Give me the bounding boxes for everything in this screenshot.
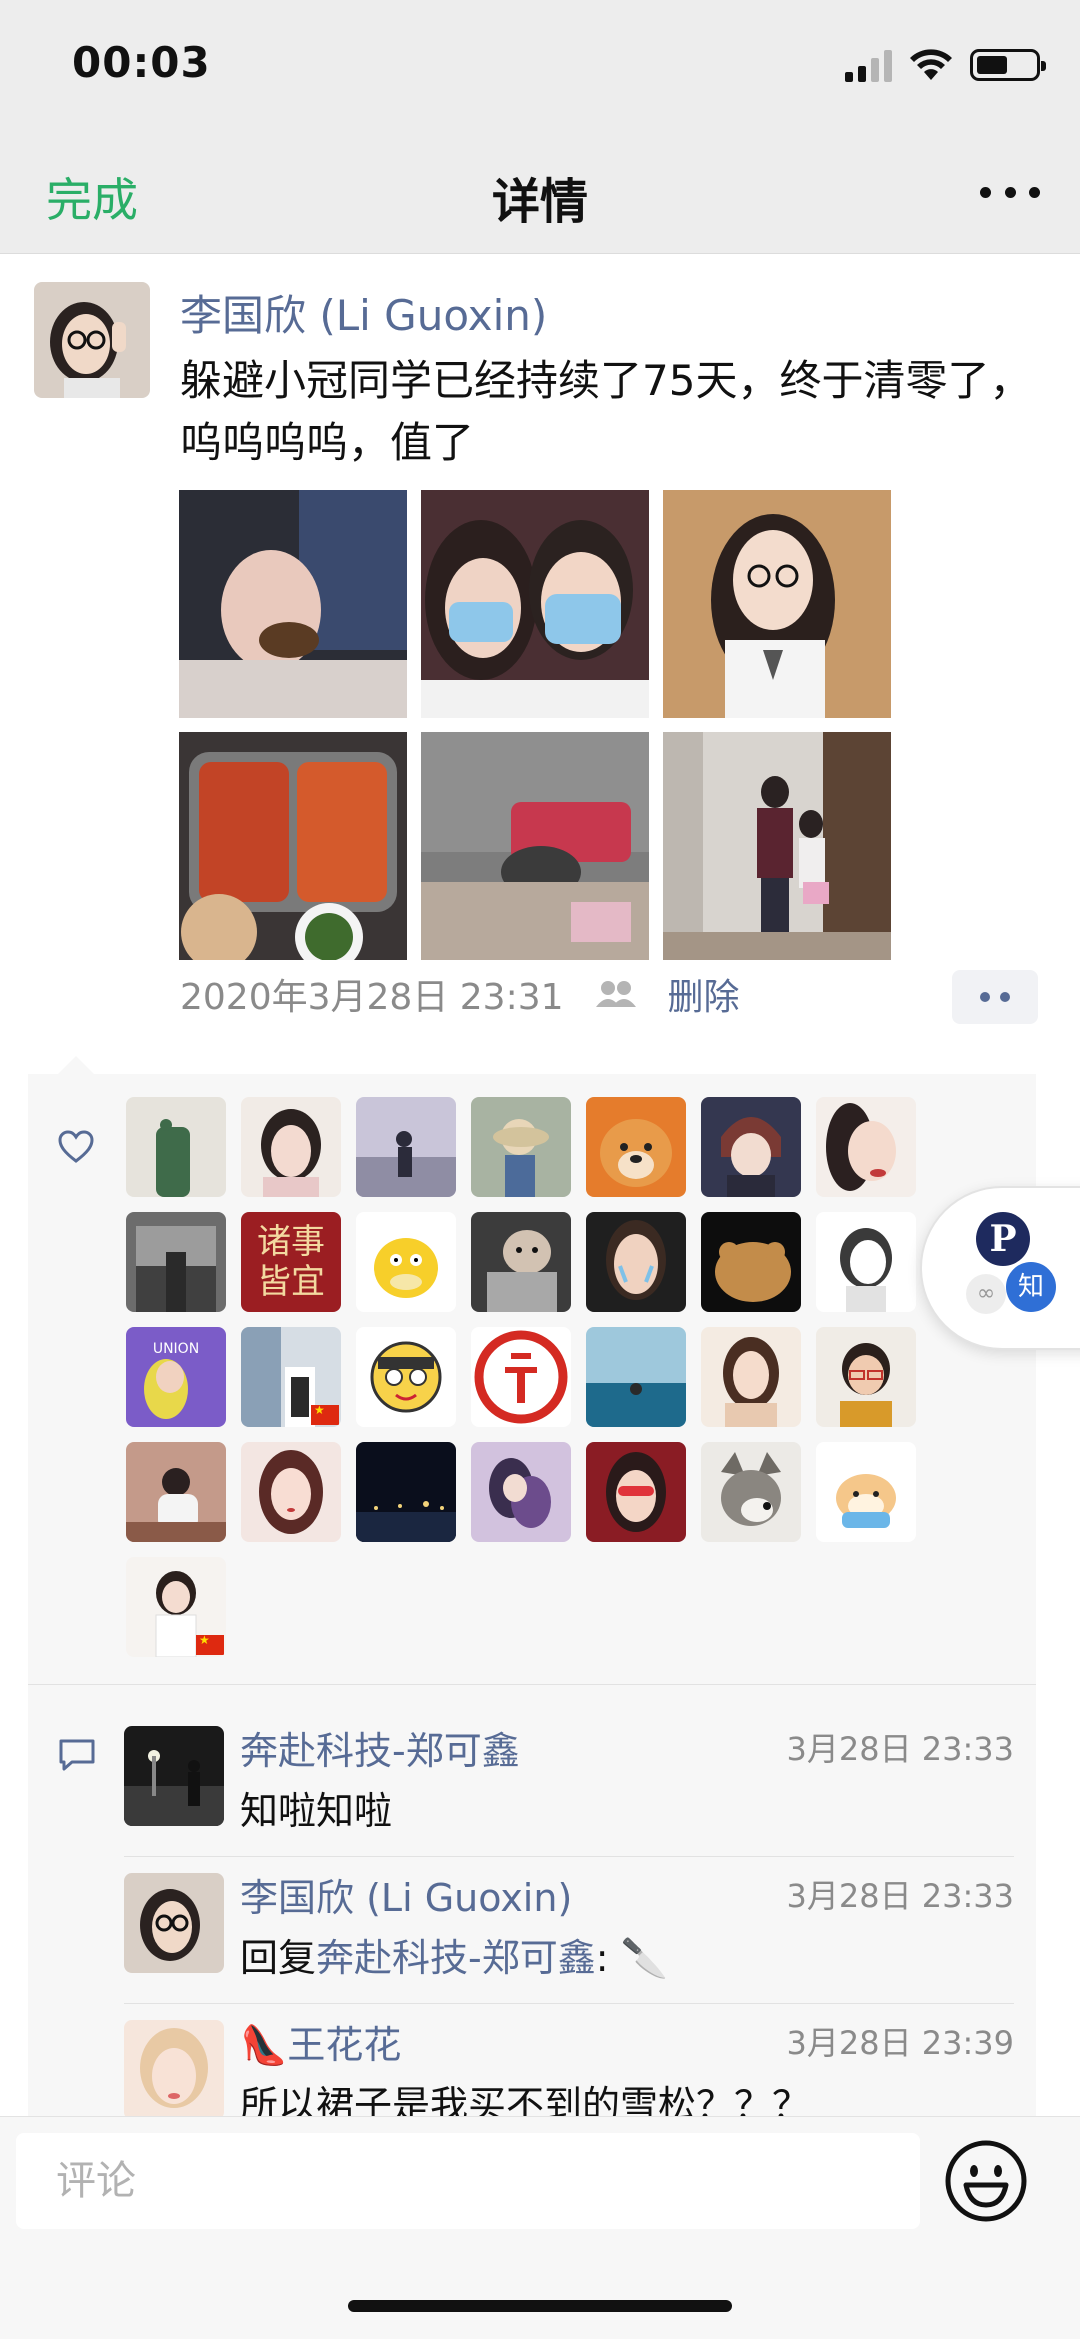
- liker-avatar[interactable]: [471, 1442, 571, 1542]
- liker-avatar[interactable]: [816, 1442, 916, 1542]
- photo-grid: [179, 490, 891, 960]
- reply-content: : 🔪: [595, 1936, 668, 1980]
- liker-avatar[interactable]: [356, 1442, 456, 1542]
- liker-avatar[interactable]: [241, 1442, 341, 1542]
- status-time: 00:03: [72, 38, 211, 87]
- liker-avatar[interactable]: [126, 1097, 226, 1197]
- liker-avatar[interactable]: [586, 1212, 686, 1312]
- commenter-avatar[interactable]: [124, 1873, 224, 1973]
- likes-avatar-grid: 诸事皆宜 UNION: [126, 1097, 936, 1657]
- post-timestamp: 2020年3月28日 23:31: [180, 977, 564, 1018]
- liker-avatar[interactable]: [816, 1212, 916, 1312]
- liker-avatar[interactable]: [586, 1442, 686, 1542]
- liker-avatar[interactable]: [471, 1327, 571, 1427]
- reply-prefix: 回复: [240, 1936, 317, 1980]
- liker-avatar[interactable]: [356, 1097, 456, 1197]
- app-logo-icon: P: [976, 1212, 1030, 1266]
- status-bar: 00:03: [0, 0, 1080, 134]
- liker-avatar[interactable]: [356, 1327, 456, 1427]
- liker-avatar[interactable]: [701, 1327, 801, 1427]
- liker-avatar[interactable]: [471, 1212, 571, 1312]
- heart-icon: [58, 1130, 94, 1163]
- battery-icon: [970, 49, 1046, 81]
- comment-text: 回复奔赴科技-郑可鑫: 🔪: [240, 1927, 668, 1982]
- liker-avatar[interactable]: [701, 1442, 801, 1542]
- post-photo[interactable]: [663, 732, 891, 960]
- comment-separator: [124, 2003, 1014, 2004]
- liker-avatar-text: 诸事皆宜: [257, 1222, 325, 1302]
- comment-item[interactable]: 李国欣 (Li Guoxin) 3月28日 23:33 回复奔赴科技-郑可鑫: …: [124, 1873, 1014, 1983]
- cellular-signal-icon: [845, 48, 892, 82]
- commenter-name[interactable]: 李国欣 (Li Guoxin): [240, 1867, 572, 1922]
- page-title: 详情: [491, 174, 588, 230]
- post-photo[interactable]: [421, 490, 649, 718]
- liker-avatar[interactable]: [586, 1097, 686, 1197]
- comment-item[interactable]: 👠王花花 3月28日 23:39 所以裙子是我买不到的雪松？？？: [124, 2020, 1014, 2127]
- post-photo[interactable]: [179, 490, 407, 718]
- liker-avatar[interactable]: [241, 1097, 341, 1197]
- commenter-name[interactable]: 👠王花花: [240, 2014, 401, 2069]
- delete-button[interactable]: 删除: [668, 968, 740, 1020]
- commenter-avatar[interactable]: [124, 1726, 224, 1826]
- comment-separator: [124, 1856, 1014, 1857]
- nav-bar: 完成 详情: [0, 134, 1080, 254]
- comment-time: 3月28日 23:33: [786, 1877, 1014, 1915]
- liker-avatar[interactable]: 诸事皆宜: [241, 1212, 341, 1312]
- post-photo[interactable]: [663, 490, 891, 718]
- liker-avatar[interactable]: UNION: [126, 1327, 226, 1427]
- friends-visibility-icon[interactable]: [594, 979, 638, 1009]
- commenter-avatar[interactable]: [124, 2020, 224, 2120]
- comment-icon: [59, 1739, 95, 1771]
- panel-divider: [28, 1684, 1036, 1685]
- svg-text:UNION: UNION: [153, 1341, 199, 1357]
- commenter-name[interactable]: 奔赴科技-郑可鑫: [240, 1720, 520, 1775]
- liker-avatar[interactable]: [471, 1097, 571, 1197]
- liker-avatar[interactable]: [701, 1212, 801, 1312]
- liker-avatar[interactable]: [816, 1327, 916, 1427]
- liker-avatar[interactable]: [126, 1212, 226, 1312]
- comment-time: 3月28日 23:33: [786, 1730, 1014, 1768]
- wifi-icon: [910, 49, 952, 80]
- floating-widget[interactable]: P ∞ 知: [920, 1186, 1080, 1350]
- liker-avatar[interactable]: [241, 1327, 341, 1427]
- post-photo[interactable]: [179, 732, 407, 960]
- emoji-icon[interactable]: [944, 2139, 1028, 2223]
- post-author-name[interactable]: 李国欣 (Li Guoxin): [180, 282, 547, 343]
- home-indicator: [348, 2300, 732, 2312]
- status-icons: [845, 48, 1046, 82]
- liker-avatar[interactable]: [701, 1097, 801, 1197]
- post-text: 躲避小冠同学已经持续了75天，终于清零了，呜呜呜呜，值了: [180, 356, 1032, 467]
- post-author-avatar[interactable]: [34, 282, 150, 398]
- comment-item[interactable]: 奔赴科技-郑可鑫 3月28日 23:33 知啦知啦: [124, 1726, 1014, 1836]
- post-meta: 2020年3月28日 23:31 删除: [180, 968, 740, 1020]
- link-icon[interactable]: ∞: [966, 1274, 1006, 1314]
- liker-avatar[interactable]: [586, 1327, 686, 1427]
- zhihu-badge[interactable]: 知: [1006, 1262, 1056, 1312]
- comment-text: 知啦知啦: [240, 1789, 393, 1833]
- like-comment-menu-button[interactable]: [952, 970, 1038, 1024]
- more-options-icon[interactable]: [980, 172, 1040, 212]
- comment-input[interactable]: [16, 2133, 920, 2229]
- liker-avatar[interactable]: [816, 1097, 916, 1197]
- post-photo[interactable]: [421, 732, 649, 960]
- reply-target-name[interactable]: 奔赴科技-郑可鑫: [316, 1936, 596, 1980]
- panel-notch: [58, 1056, 94, 1074]
- liker-avatar[interactable]: [126, 1557, 226, 1657]
- comment-time: 3月28日 23:39: [786, 2024, 1014, 2062]
- liker-avatar[interactable]: [356, 1212, 456, 1312]
- liker-avatar[interactable]: [126, 1442, 226, 1542]
